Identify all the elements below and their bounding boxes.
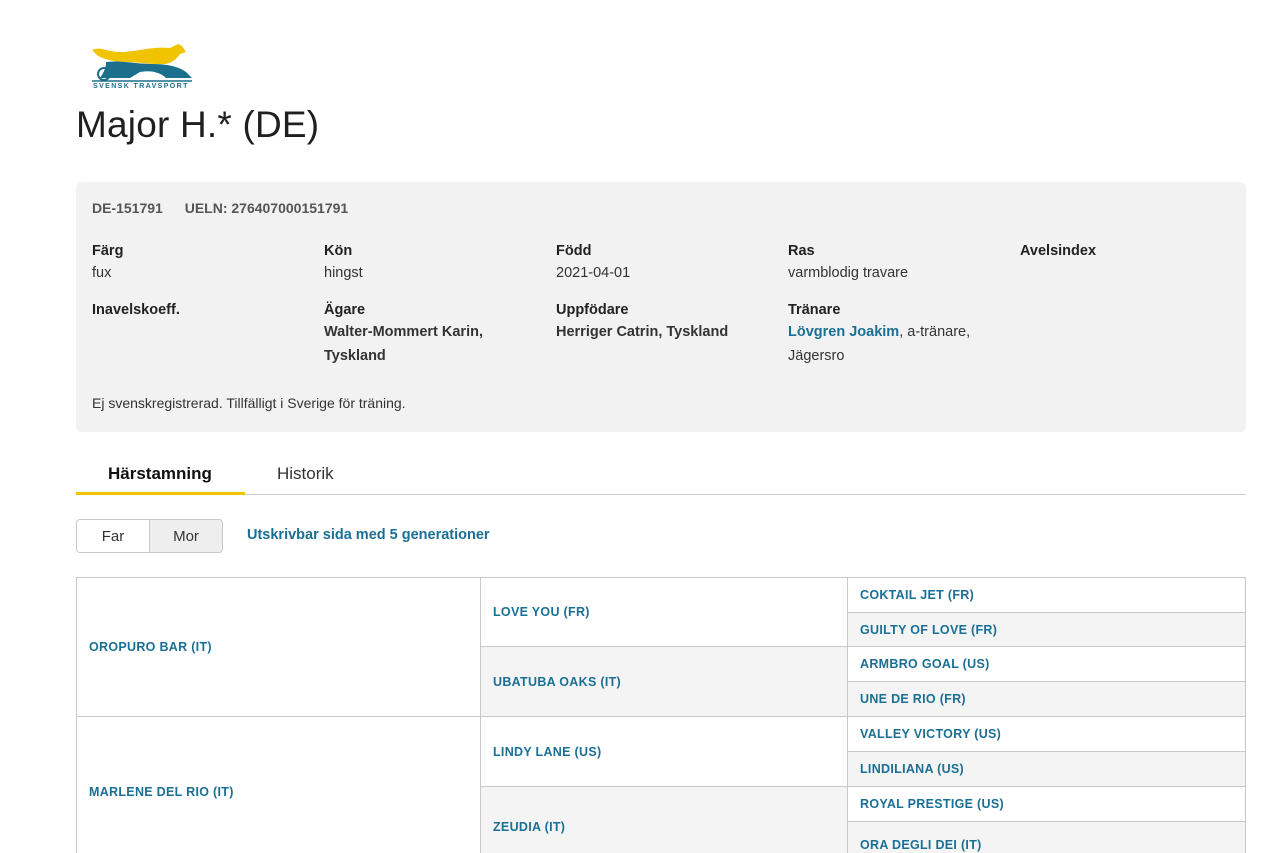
horse-ids: DE-151791 UELN: 276407000151791 [92, 200, 366, 216]
registration-number: DE-151791 [92, 200, 163, 216]
printable-page-link[interactable]: Utskrivbar sida med 5 generationer [247, 527, 490, 543]
field-sex: Kön hingst [324, 241, 363, 285]
field-breeder: Uppfödare Herriger Catrin, Tyskland [556, 300, 728, 344]
page-title: Major H.* (DE) [76, 104, 320, 145]
pedigree-g3-4[interactable]: UNE DE RIO (FR) [847, 681, 1246, 717]
far-mor-toggle: Far Mor [76, 519, 223, 553]
pedigree-g2-4[interactable]: ZEUDIA (IT) [480, 786, 848, 853]
field-color: Färg fux [92, 241, 123, 285]
owner-link[interactable]: Walter-Mommert Karin, Tyskland [324, 320, 483, 368]
trainer-link[interactable]: Lövgren Joakim [788, 324, 899, 340]
inbreeding-label: Inavelskoeff. [92, 302, 180, 318]
owner-line2: Tyskland [324, 348, 386, 364]
pedigree-g2-3[interactable]: LINDY LANE (US) [480, 716, 848, 787]
pedigree-g2-2[interactable]: UBATUBA OAKS (IT) [480, 646, 848, 717]
breeder-link[interactable]: Herriger Catrin, Tyskland [556, 320, 728, 344]
far-button[interactable]: Far [77, 520, 150, 552]
ueln-number: UELN: 276407000151791 [184, 200, 349, 216]
sex-value: hingst [324, 265, 363, 281]
pedigree-g3-1[interactable]: COKTAIL JET (FR) [847, 577, 1246, 613]
field-owner: Ägare Walter-Mommert Karin, Tyskland [324, 300, 483, 368]
tab-historik[interactable]: Historik [277, 464, 334, 484]
logo-text: SVENSK TRAVSPORT [93, 83, 189, 90]
born-value: 2021-04-01 [556, 265, 631, 281]
breeding-index-label: Avelsindex [1020, 243, 1097, 259]
breeder-label: Uppfödare [556, 302, 629, 318]
sex-label: Kön [324, 243, 353, 259]
field-breed: Ras varmblodig travare [788, 241, 908, 285]
color-label: Färg [92, 243, 124, 259]
field-born: Född 2021-04-01 [556, 241, 630, 285]
owner-label: Ägare [324, 302, 366, 318]
trainer-label: Tränare [788, 302, 841, 318]
color-value: fux [92, 265, 112, 281]
pedigree-g3-5[interactable]: VALLEY VICTORY (US) [847, 716, 1246, 752]
pedigree-g3-3[interactable]: ARMBRO GOAL (US) [847, 646, 1246, 682]
born-label: Född [556, 243, 592, 259]
trainer-value: Lövgren Joakim, a-tränare, [788, 320, 970, 344]
field-trainer: Tränare Lövgren Joakim, a-tränare, Jäger… [788, 300, 970, 368]
owner-line1: Walter-Mommert Karin, [324, 324, 483, 340]
horse-info-card: DE-151791 UELN: 276407000151791 Färg fux… [76, 182, 1246, 432]
breed-value: varmblodig travare [788, 265, 909, 281]
active-tab-indicator [76, 492, 245, 495]
trainer-location: Jägersro [788, 348, 845, 364]
tab-harstamning[interactable]: Härstamning [108, 464, 212, 484]
trainer-suffix: , a-tränare, [899, 324, 971, 340]
tab-bar: Härstamning Historik [76, 456, 1246, 495]
pedigree-g3-2[interactable]: GUILTY OF LOVE (FR) [847, 612, 1246, 647]
field-breeding-index: Avelsindex [1020, 241, 1096, 261]
breed-label: Ras [788, 243, 815, 259]
pedigree-dam[interactable]: MARLENE DEL RIO (IT) [76, 716, 481, 853]
mor-button[interactable]: Mor [150, 520, 222, 552]
pedigree-g3-8[interactable]: ORA DEGLI DEI (IT) [847, 821, 1246, 853]
field-inbreeding: Inavelskoeff. [92, 300, 180, 320]
pedigree-g3-7[interactable]: ROYAL PRESTIGE (US) [847, 786, 1246, 822]
registration-note: Ej svenskregistrerad. Tillfälligt i Sver… [92, 395, 406, 411]
pedigree-g2-1[interactable]: LOVE YOU (FR) [480, 577, 848, 647]
pedigree-g3-6[interactable]: LINDILIANA (US) [847, 751, 1246, 787]
pedigree-table: OROPURO BAR (IT) MARLENE DEL RIO (IT) LO… [76, 577, 1246, 853]
pedigree-sire[interactable]: OROPURO BAR (IT) [76, 577, 481, 717]
